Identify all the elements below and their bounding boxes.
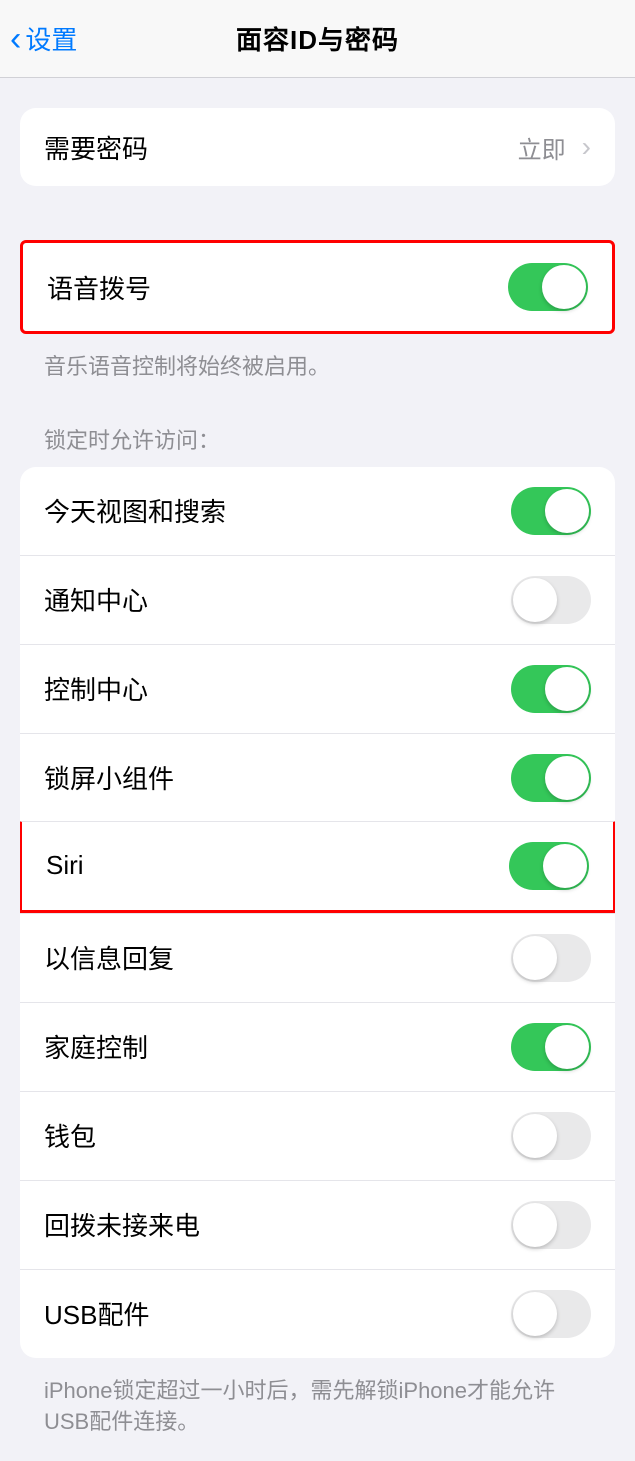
toggle-knob	[545, 756, 589, 800]
lock-toggle-callback[interactable]	[511, 1201, 591, 1249]
passcode-group: 需要密码 立即 ›	[20, 108, 615, 186]
back-label: 设置	[25, 20, 77, 57]
chevron-right-icon: ›	[582, 131, 591, 163]
lock-toggle-control[interactable]	[511, 665, 591, 713]
back-button[interactable]: ‹ 设置	[10, 20, 77, 57]
toggle-knob	[545, 1025, 589, 1069]
lock-label-usb: USB配件	[44, 1295, 149, 1332]
lock-row-usb: USB配件	[20, 1269, 615, 1358]
voice-dial-row: 语音拨号	[23, 243, 612, 331]
lock-toggle-widgets[interactable]	[511, 754, 591, 802]
voice-dial-highlight: 语音拨号	[20, 240, 615, 334]
require-passcode-value: 立即 ›	[518, 130, 591, 165]
lock-toggle-usb[interactable]	[511, 1290, 591, 1338]
lock-row-home: 家庭控制	[20, 1002, 615, 1091]
chevron-left-icon: ‹	[10, 22, 21, 56]
content: 需要密码 立即 › 语音拨号 音乐语音控制将始终被启用。 锁定时允许访问： 今天…	[0, 78, 635, 1461]
lock-label-wallet: 钱包	[44, 1117, 96, 1154]
lock-access-group: 今天视图和搜索通知中心控制中心锁屏小组件 Siri 以信息回复家庭控制钱包回拨未接来…	[20, 467, 615, 1358]
voice-dial-group: 语音拨号	[23, 243, 612, 331]
toggle-knob	[513, 1292, 557, 1336]
toggle-knob	[543, 844, 587, 888]
lock-row-reply: 以信息回复	[20, 913, 615, 1002]
lock-label-siri: Siri	[46, 850, 84, 881]
lock-label-callback: 回拨未接来电	[44, 1206, 200, 1243]
lock-label-home: 家庭控制	[44, 1028, 148, 1065]
toggle-knob	[513, 936, 557, 980]
lock-row-today: 今天视图和搜索	[20, 467, 615, 555]
lock-row-callback: 回拨未接来电	[20, 1180, 615, 1269]
toggle-knob	[513, 578, 557, 622]
lock-access-footer: iPhone锁定超过一小时后，需先解锁iPhone才能允许USB配件连接。	[20, 1368, 615, 1461]
nav-bar: ‹ 设置 面容ID与密码	[0, 0, 635, 78]
lock-row-control: 控制中心	[20, 644, 615, 733]
lock-toggle-today[interactable]	[511, 487, 591, 535]
lock-toggle-siri[interactable]	[509, 842, 589, 890]
voice-dial-toggle[interactable]	[508, 263, 588, 311]
toggle-knob	[513, 1114, 557, 1158]
lock-toggle-reply[interactable]	[511, 934, 591, 982]
lock-row-notifications: 通知中心	[20, 555, 615, 644]
lock-label-today: 今天视图和搜索	[44, 492, 226, 529]
lock-access-header: 锁定时允许访问：	[20, 407, 615, 467]
toggle-knob	[542, 265, 586, 309]
voice-dial-footer: 音乐语音控制将始终被启用。	[20, 344, 615, 407]
toggle-knob	[513, 1203, 557, 1247]
lock-row-widgets: 锁屏小组件	[20, 733, 615, 822]
lock-label-widgets: 锁屏小组件	[44, 759, 174, 796]
lock-toggle-wallet[interactable]	[511, 1112, 591, 1160]
lock-row-siri: Siri	[20, 821, 615, 913]
require-passcode-row[interactable]: 需要密码 立即 ›	[20, 108, 615, 186]
lock-row-wallet: 钱包	[20, 1091, 615, 1180]
lock-label-control: 控制中心	[44, 670, 148, 707]
page-title: 面容ID与密码	[236, 20, 399, 57]
voice-dial-label: 语音拨号	[47, 269, 151, 306]
lock-label-notifications: 通知中心	[44, 581, 148, 618]
lock-toggle-home[interactable]	[511, 1023, 591, 1071]
lock-label-reply: 以信息回复	[44, 939, 174, 976]
lock-toggle-notifications[interactable]	[511, 576, 591, 624]
require-passcode-label: 需要密码	[44, 129, 148, 166]
toggle-knob	[545, 489, 589, 533]
toggle-knob	[545, 667, 589, 711]
